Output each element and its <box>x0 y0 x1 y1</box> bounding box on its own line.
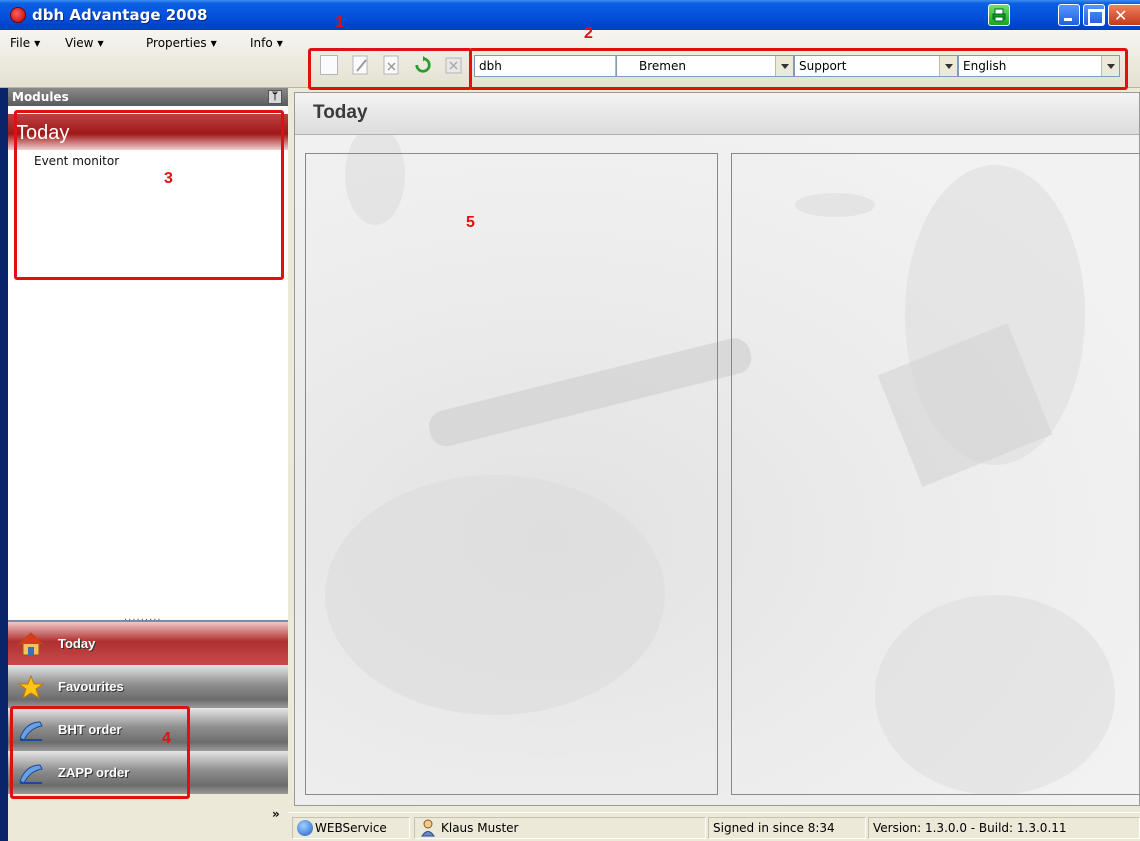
callout-box-4 <box>10 706 190 799</box>
service-status: WEBService <box>292 817 410 839</box>
close-icon: ✕ <box>1114 6 1128 25</box>
window-title: dbh Advantage 2008 <box>32 6 208 24</box>
callout-box-2 <box>469 48 1128 90</box>
menu-properties[interactable]: Properties ▼ <box>146 36 217 50</box>
callout-number-2: 2 <box>584 25 593 42</box>
star-icon <box>18 675 44 699</box>
page-title-bar: Today <box>295 93 1139 135</box>
page-title: Today <box>313 102 368 123</box>
callout-number-3: 3 <box>164 170 173 187</box>
home-icon <box>18 632 44 656</box>
left-content-pane <box>305 153 718 795</box>
nav-today[interactable]: Today <box>8 622 288 665</box>
nav-footer: » <box>8 794 288 841</box>
signed-in-status: Signed in since 8:34 <box>708 817 866 839</box>
user-icon <box>421 819 435 837</box>
callout-number-1: 1 <box>335 14 344 31</box>
menu-file[interactable]: File ▼ <box>10 36 40 50</box>
menu-info[interactable]: Info ▼ <box>250 36 283 50</box>
close-window-button[interactable]: ✕ <box>1108 4 1140 26</box>
printer-icon <box>992 8 1006 22</box>
globe-icon <box>297 820 313 836</box>
pin-icon[interactable]: ᛘ <box>268 90 282 104</box>
status-bar: WEBService Klaus Muster Signed in since … <box>288 812 1140 841</box>
app-logo-icon <box>10 7 26 23</box>
nav-favourites[interactable]: Favourites <box>8 665 288 708</box>
printer-button[interactable] <box>988 4 1010 26</box>
version-status: Version: 1.3.0.0 - Build: 1.3.0.11 <box>868 817 1140 839</box>
user-status: Klaus Muster <box>414 817 706 839</box>
callout-box-1 <box>308 48 472 90</box>
callout-number-5: 5 <box>466 214 475 231</box>
more-options-button[interactable]: » <box>272 808 280 820</box>
callout-number-4: 4 <box>162 730 171 747</box>
modules-header: Modules ᛘ <box>8 88 288 106</box>
main-panel: Today <box>294 92 1140 806</box>
panel-splitter[interactable]: ......... <box>8 612 288 623</box>
callout-box-3 <box>14 110 284 280</box>
title-bar: dbh Advantage 2008 ✕ <box>0 0 1140 30</box>
menu-view[interactable]: View ▼ <box>65 36 104 50</box>
minimize-button[interactable] <box>1058 4 1080 26</box>
maximize-button[interactable] <box>1083 4 1105 26</box>
right-content-pane <box>731 153 1139 795</box>
